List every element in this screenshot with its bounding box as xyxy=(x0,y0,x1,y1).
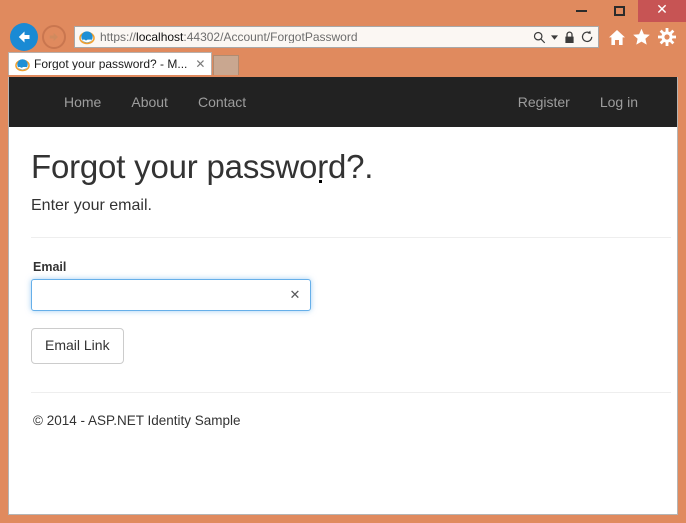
forgot-password-form: Email ✕ Email Link xyxy=(31,260,655,365)
back-button[interactable] xyxy=(10,23,38,51)
page-viewport: Home About Contact Register Log in Forgo… xyxy=(8,77,678,515)
refresh-icon[interactable] xyxy=(580,29,595,45)
email-field-label: Email xyxy=(33,260,67,275)
star-icon[interactable] xyxy=(632,28,651,47)
address-bar-tools xyxy=(528,29,595,45)
content-divider xyxy=(31,237,671,239)
minimize-icon xyxy=(575,10,587,12)
forward-button xyxy=(42,25,66,49)
nav-link-contact[interactable]: Contact xyxy=(183,77,261,127)
email-input-wrapper: ✕ xyxy=(31,279,311,312)
nav-link-register[interactable]: Register xyxy=(503,77,585,127)
back-arrow-icon xyxy=(18,31,30,43)
page-subtitle: Enter your email. xyxy=(31,197,152,215)
new-tab-button[interactable] xyxy=(213,55,240,75)
footer-text: © 2014 - ASP.NET Identity Sample xyxy=(33,413,241,429)
internet-explorer-icon xyxy=(79,31,95,45)
browser-window: ✕ https://localhost:44302/Account/Forgot… xyxy=(0,0,686,523)
url-text: https://localhost:44302/Account/ForgotPa… xyxy=(100,31,528,43)
site-navbar: Home About Contact Register Log in xyxy=(9,77,677,127)
title-bar: ✕ xyxy=(0,0,686,22)
tab-close-icon[interactable]: ✕ xyxy=(193,57,207,71)
tab-strip: Forgot your password? - M... ✕ xyxy=(0,52,686,75)
lock-icon[interactable] xyxy=(562,29,577,45)
minimize-button[interactable] xyxy=(562,0,600,22)
navbar-account-links: Register Log in xyxy=(503,77,653,127)
nav-link-login[interactable]: Log in xyxy=(585,77,653,127)
email-link-button[interactable]: Email Link xyxy=(31,328,124,365)
gear-icon[interactable] xyxy=(657,28,676,47)
internet-explorer-icon xyxy=(15,58,30,71)
forward-arrow-icon xyxy=(49,32,59,42)
url-host: localhost xyxy=(136,31,184,43)
email-input[interactable] xyxy=(31,279,311,312)
browser-navigation-bar: https://localhost:44302/Account/ForgotPa… xyxy=(0,22,686,52)
address-bar[interactable]: https://localhost:44302/Account/ForgotPa… xyxy=(74,26,599,48)
browser-tab-active[interactable]: Forgot your password? - M... ✕ xyxy=(8,52,213,75)
page-title: Forgot your password?. xyxy=(31,148,374,185)
nav-link-about[interactable]: About xyxy=(116,77,183,127)
tab-title: Forgot your password? - M... xyxy=(34,58,188,70)
close-icon: ✕ xyxy=(656,2,668,18)
maximize-icon xyxy=(613,6,625,16)
page-content: Forgot your password?. Enter your email.… xyxy=(9,148,677,430)
window-controls: ✕ xyxy=(562,0,686,22)
search-icon[interactable] xyxy=(532,29,547,45)
clear-input-icon[interactable]: ✕ xyxy=(288,288,302,302)
browser-toolbar xyxy=(607,28,678,47)
navbar-primary-links: Home About Contact xyxy=(49,77,261,127)
footer-divider xyxy=(31,392,671,394)
chevron-down-icon[interactable] xyxy=(550,29,559,45)
home-icon[interactable] xyxy=(607,28,626,47)
nav-link-home[interactable]: Home xyxy=(49,77,116,127)
text-cursor-artifact xyxy=(319,180,322,183)
url-scheme: https:// xyxy=(100,31,137,43)
url-path: :44302/Account/ForgotPassword xyxy=(183,31,358,43)
maximize-button[interactable] xyxy=(600,0,638,22)
close-window-button[interactable]: ✕ xyxy=(638,0,686,22)
